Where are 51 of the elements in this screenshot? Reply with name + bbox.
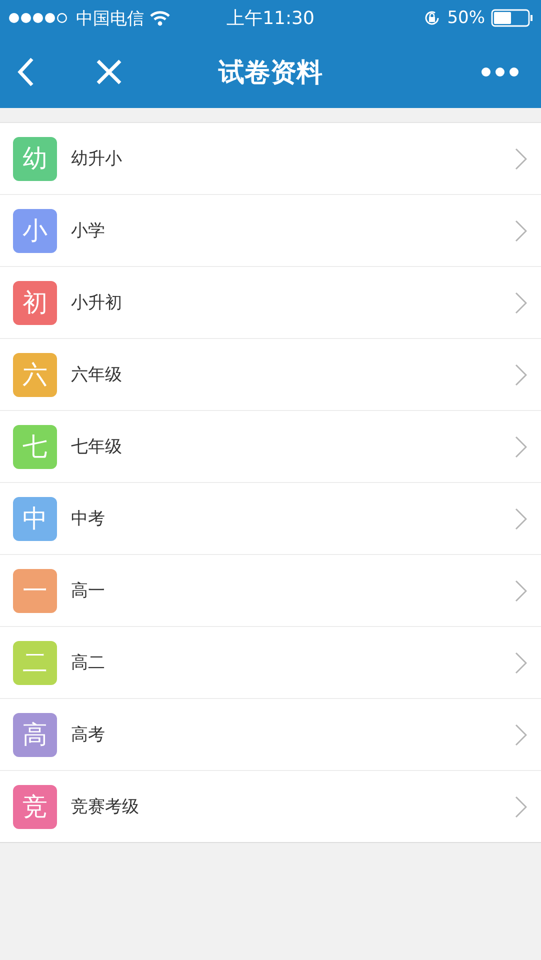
category-badge: 六 <box>13 352 57 396</box>
rotation-lock-icon <box>423 9 442 27</box>
category-badge: 二 <box>13 640 57 684</box>
category-label: 七年级 <box>71 436 122 458</box>
category-badge: 初 <box>13 280 57 324</box>
page-title: 试卷资料 <box>218 56 322 90</box>
chevron-icon <box>515 652 527 674</box>
chevron-icon <box>515 436 527 458</box>
category-label: 小升初 <box>71 292 122 314</box>
chevron-icon <box>515 220 527 242</box>
category-label: 中考 <box>71 508 105 530</box>
close-button[interactable] <box>96 59 122 85</box>
chevron-icon <box>515 292 527 314</box>
category-label: 高一 <box>71 580 105 602</box>
category-item[interactable]: 高 高考 <box>0 698 541 770</box>
category-label: 幼升小 <box>71 148 122 170</box>
category-item[interactable]: 七 七年级 <box>0 410 541 482</box>
back-button[interactable] <box>17 57 35 87</box>
chevron-icon <box>515 148 527 170</box>
status-time: 上午11:30 <box>226 7 314 30</box>
category-item[interactable]: 六 六年级 <box>0 338 541 410</box>
chevron-icon <box>515 724 527 746</box>
category-badge: 高 <box>13 712 57 756</box>
category-badge: 幼 <box>13 136 57 180</box>
category-item[interactable]: 一 高一 <box>0 554 541 626</box>
more-button[interactable] <box>481 67 519 77</box>
category-badge: 七 <box>13 424 57 468</box>
category-item[interactable]: 中 中考 <box>0 482 541 554</box>
category-label: 竞赛考级 <box>71 796 139 818</box>
category-label: 高二 <box>71 652 105 674</box>
category-label: 六年级 <box>71 364 122 386</box>
chevron-icon <box>515 364 527 386</box>
category-item[interactable]: 二 高二 <box>0 626 541 698</box>
category-item[interactable]: 初 小升初 <box>0 266 541 338</box>
chevron-icon <box>515 508 527 530</box>
category-label: 小学 <box>71 220 105 242</box>
category-item[interactable]: 幼 幼升小 <box>0 123 541 194</box>
category-badge: 一 <box>13 568 57 612</box>
chevron-icon <box>515 796 527 818</box>
category-badge: 小 <box>13 208 57 252</box>
battery-percent: 50% <box>447 8 485 28</box>
battery-icon <box>491 9 533 27</box>
category-item[interactable]: 竞 竞赛考级 <box>0 770 541 842</box>
chevron-icon <box>515 580 527 602</box>
carrier-name: 中国电信 <box>76 8 144 30</box>
category-label: 高考 <box>71 724 105 746</box>
wifi-icon <box>150 10 170 26</box>
category-badge: 中 <box>13 496 57 540</box>
category-item[interactable]: 小 小学 <box>0 194 541 266</box>
signal-icon <box>8 12 70 24</box>
category-badge: 竞 <box>13 784 57 828</box>
